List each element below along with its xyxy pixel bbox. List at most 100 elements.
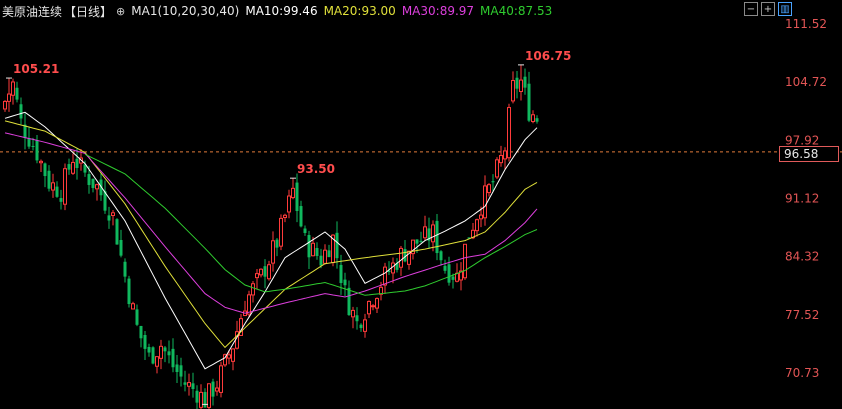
gear-icon[interactable]: ⊕ bbox=[116, 5, 125, 18]
candle-body-down bbox=[143, 335, 147, 349]
candle-body-up bbox=[219, 365, 223, 393]
y-tick-label: 84.32 bbox=[785, 250, 819, 264]
candle-body-down bbox=[275, 239, 279, 248]
candle-body-down bbox=[151, 347, 155, 364]
candle-body-up bbox=[531, 114, 535, 123]
ma10-value: MA10:99.46 bbox=[245, 4, 318, 18]
candle-body-up bbox=[499, 154, 503, 164]
candle-body-down bbox=[191, 383, 195, 389]
chart-legend: 美原油连续 【日线】 ⊕ MA1(10,20,30,40) MA10:99.46… bbox=[2, 3, 558, 19]
candle-body-down bbox=[299, 206, 303, 227]
ma40-value: MA40:87.53 bbox=[480, 4, 553, 18]
candle-body-up bbox=[111, 212, 115, 216]
candle-body-down bbox=[91, 178, 95, 189]
candle-body-down bbox=[119, 239, 123, 256]
candle-body-up bbox=[371, 305, 375, 308]
candle-body-up bbox=[283, 214, 287, 218]
candle-body-down bbox=[403, 249, 407, 262]
y-tick-label: 104.72 bbox=[785, 75, 827, 89]
candle-body-down bbox=[35, 140, 39, 161]
candle-body-up bbox=[267, 264, 271, 280]
candle-body-down bbox=[127, 278, 131, 305]
candle-body-up bbox=[51, 182, 55, 191]
candle-body-down bbox=[163, 347, 167, 352]
candle-body-up bbox=[95, 184, 99, 190]
candle-body-up bbox=[155, 356, 159, 367]
candle-body-down bbox=[359, 324, 363, 329]
candle-body-down bbox=[491, 181, 495, 183]
candle-body-up bbox=[383, 266, 387, 286]
chart-toggle-icon[interactable]: ▥ bbox=[778, 2, 792, 16]
candle-body-down bbox=[295, 182, 299, 212]
plus-icon[interactable]: + bbox=[761, 2, 775, 16]
candle-body-up bbox=[519, 79, 523, 92]
annotation-label: 106.75 bbox=[525, 49, 571, 63]
candle-body-up bbox=[363, 319, 367, 332]
candle-body-down bbox=[335, 232, 339, 259]
candle-body-down bbox=[195, 390, 199, 403]
candle-body-down bbox=[115, 219, 119, 245]
candle-body-down bbox=[315, 248, 319, 257]
candle-body-up bbox=[367, 300, 371, 315]
candle-body-down bbox=[135, 309, 139, 325]
candle-body-up bbox=[483, 185, 487, 219]
candle-body-up bbox=[423, 226, 427, 239]
candle-body-up bbox=[227, 354, 231, 359]
candle-body-up bbox=[247, 294, 251, 315]
candle-body-down bbox=[211, 381, 215, 397]
candle-body-up bbox=[375, 298, 379, 309]
candle-body-down bbox=[67, 164, 71, 170]
last-price-badge: 96.58 bbox=[779, 146, 839, 162]
ma20-value: MA20:93.00 bbox=[323, 4, 396, 18]
candle-body-up bbox=[271, 240, 275, 264]
candle-body-down bbox=[443, 265, 447, 271]
candle-body-down bbox=[15, 87, 19, 100]
candle-body-down bbox=[179, 365, 183, 377]
candle-body-up bbox=[311, 242, 315, 257]
candle-body-down bbox=[447, 264, 451, 283]
candle-body-up bbox=[279, 217, 283, 247]
candle-body-up bbox=[63, 168, 67, 205]
chart-toolbar: − + ▥ bbox=[744, 2, 792, 16]
candle-body-up bbox=[39, 160, 43, 164]
candle-body-up bbox=[399, 247, 403, 268]
candle-body-down bbox=[435, 220, 439, 254]
candle-body-up bbox=[251, 283, 255, 296]
candle-body-down bbox=[55, 186, 59, 197]
period-label[interactable]: 【日线】 bbox=[64, 3, 112, 20]
candle-body-down bbox=[75, 158, 79, 168]
candle-body-up bbox=[187, 382, 191, 387]
candle-body-up bbox=[231, 348, 235, 362]
candle-body-down bbox=[347, 287, 351, 316]
candle-body-down bbox=[171, 348, 175, 368]
candle-body-down bbox=[307, 235, 311, 258]
candle-body-up bbox=[487, 184, 491, 194]
candle-body-down bbox=[87, 174, 91, 185]
candle-body-up bbox=[7, 93, 11, 102]
candle-body-up bbox=[255, 273, 259, 279]
minus-icon[interactable]: − bbox=[744, 2, 758, 16]
candle-body-down bbox=[439, 251, 443, 261]
candle-body-up bbox=[507, 107, 511, 159]
y-tick-label: 91.12 bbox=[785, 192, 819, 206]
candle-body-up bbox=[323, 249, 327, 264]
candle-body-up bbox=[71, 161, 75, 174]
candle-body-up bbox=[351, 309, 355, 318]
candle-body-down bbox=[43, 163, 47, 177]
candle-body-down bbox=[355, 315, 359, 322]
candle-body-down bbox=[147, 346, 151, 353]
candle-body-up bbox=[495, 159, 499, 178]
candle-body-down bbox=[327, 250, 331, 258]
candles bbox=[3, 64, 539, 409]
candle-body-up bbox=[259, 268, 263, 276]
ma20-line bbox=[4, 120, 538, 349]
price-chart[interactable]: 105.2193.50106.7567.04 111.52104.7297.92… bbox=[0, 0, 842, 409]
ma30-value: MA30:89.97 bbox=[401, 4, 475, 18]
candle-body-down bbox=[27, 138, 31, 147]
y-tick-label: 70.73 bbox=[785, 366, 819, 380]
candle-body-up bbox=[131, 303, 135, 310]
candle-body-down bbox=[31, 145, 35, 147]
instrument-title: 美原油连续 bbox=[2, 4, 63, 19]
candle-body-up bbox=[431, 224, 435, 243]
candle-body-up bbox=[287, 195, 291, 213]
